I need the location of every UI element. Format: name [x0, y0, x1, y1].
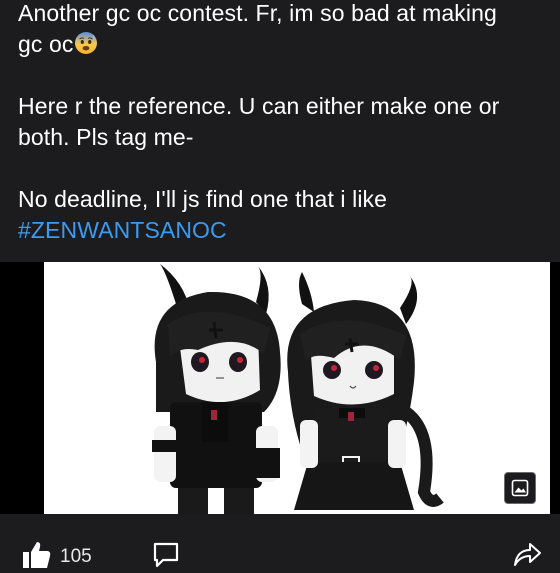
share-icon	[512, 540, 542, 573]
post-media[interactable]	[0, 262, 560, 514]
like-count: 105	[60, 545, 92, 567]
comment-button[interactable]	[150, 540, 182, 573]
oc-reference-art	[44, 262, 550, 514]
thumbs-up-icon	[20, 540, 52, 573]
reference-image[interactable]	[44, 262, 550, 514]
post-text-line-2: gc oc	[18, 29, 548, 60]
hashtag-link[interactable]: #ZENWANTSANOC	[18, 217, 227, 243]
like-button[interactable]: 105	[20, 540, 92, 573]
post-action-bar: 105	[0, 514, 560, 568]
comment-icon	[150, 540, 182, 573]
anxious-face-with-sweat-icon	[74, 31, 98, 55]
post-text-line-2-text: gc oc	[18, 31, 74, 57]
image-gallery-icon[interactable]	[504, 472, 536, 504]
post-text-paragraph-2: Here r the reference. U can either make …	[18, 93, 500, 150]
share-button[interactable]	[512, 540, 542, 573]
post-text-paragraph-3: No deadline, I'll js find one that i lik…	[18, 186, 388, 212]
post-body: Another gc oc contest. Fr, im so bad at …	[18, 0, 548, 246]
post-text-line-1: Another gc oc contest. Fr, im so bad at …	[18, 0, 497, 26]
